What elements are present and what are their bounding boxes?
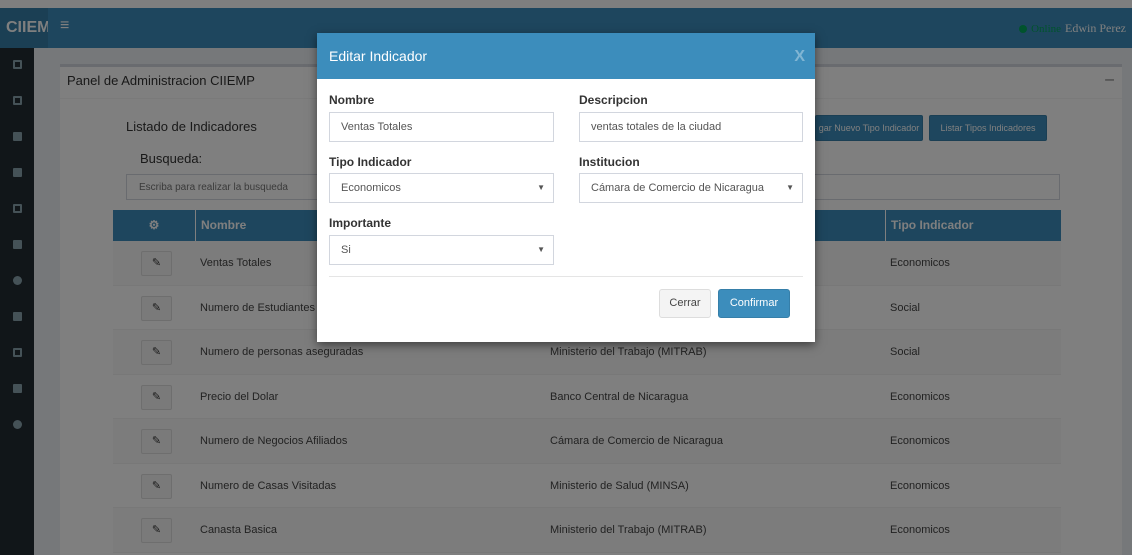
nombre-field[interactable]: Ventas Totales <box>329 112 554 142</box>
tipo-indicador-value: Economicos <box>341 182 401 194</box>
chevron-down-icon: ▼ <box>537 183 545 192</box>
importante-value: Si <box>341 244 351 256</box>
descripcion-label: Descripcion <box>579 93 648 107</box>
confirmar-button[interactable]: Confirmar <box>718 289 790 318</box>
modal-header: Editar Indicador X <box>317 33 815 79</box>
modal-title: Editar Indicador <box>329 48 428 64</box>
edit-indicator-modal: Editar Indicador X Nombre Ventas Totales… <box>317 33 815 342</box>
nombre-label: Nombre <box>329 93 375 107</box>
cerrar-button[interactable]: Cerrar <box>659 289 711 318</box>
close-icon[interactable]: X <box>794 48 805 66</box>
app-screen: CIIEM ≡ Online Edwin Perez Panel de Admi… <box>0 0 1132 555</box>
importante-select[interactable]: Si ▼ <box>329 235 554 265</box>
chevron-down-icon: ▼ <box>786 183 794 192</box>
tipo-indicador-select[interactable]: Economicos ▼ <box>329 173 554 203</box>
descripcion-field[interactable]: ventas totales de la ciudad <box>579 112 803 142</box>
importante-label: Importante <box>329 216 392 230</box>
chevron-down-icon: ▼ <box>537 245 545 254</box>
institucion-label: Institucion <box>579 155 640 169</box>
modal-footer-divider <box>329 276 803 277</box>
tipo-indicador-label: Tipo Indicador <box>329 155 412 169</box>
institucion-select[interactable]: Cámara de Comercio de Nicaragua ▼ <box>579 173 803 203</box>
institucion-value: Cámara de Comercio de Nicaragua <box>591 182 765 194</box>
